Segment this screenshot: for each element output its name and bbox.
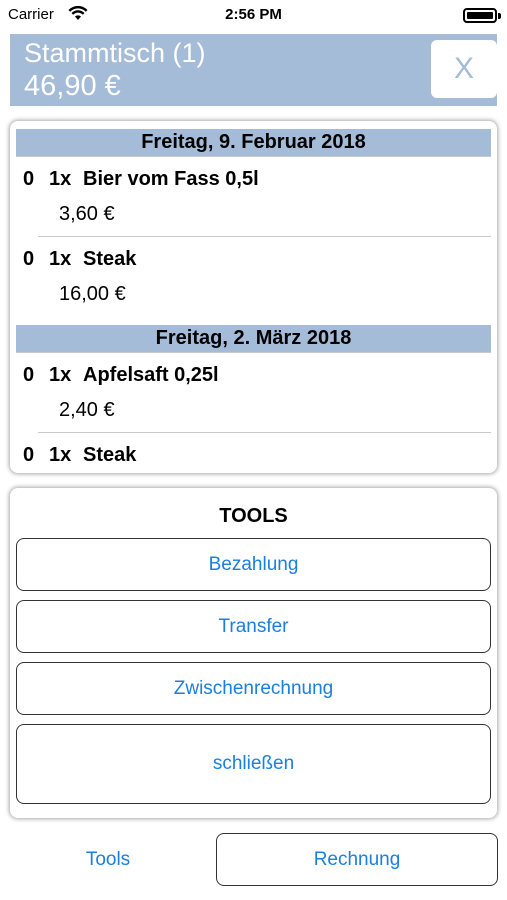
payment-button[interactable]: Bezahlung — [16, 538, 491, 591]
bill-button[interactable]: Rechnung — [216, 833, 498, 886]
interim-bill-button[interactable]: Zwischenrechnung — [16, 662, 491, 715]
order-price: 16,00 € — [59, 283, 126, 305]
order-line: 0 1x Bier vom Fass 0,5l — [23, 168, 259, 191]
app-screen: Carrier 2:56 PM Stammtisch (1) 46,90 € X… — [0, 0, 507, 900]
order-qty: 1x — [49, 248, 72, 270]
battery-tip — [498, 13, 501, 19]
close-table-button[interactable]: schließen — [16, 724, 491, 804]
order-qty: 1x — [49, 168, 72, 190]
date-header: Freitag, 2. März 2018 — [16, 325, 491, 352]
order-name: Steak — [83, 248, 137, 270]
order-status: 0 — [23, 168, 35, 190]
order-line: 0 1x Steak — [23, 248, 136, 271]
order-status: 0 — [23, 364, 35, 386]
order-name: Steak — [83, 444, 137, 466]
tools-panel: TOOLS Bezahlung Transfer Zwischenrechnun… — [10, 488, 497, 818]
order-name: Apfelsaft 0,25l — [83, 364, 219, 386]
order-qty: 1x — [49, 444, 72, 466]
order-price: 2,40 € — [59, 399, 115, 421]
tools-tab-button[interactable]: Tools — [10, 835, 206, 885]
order-status: 0 — [23, 444, 35, 466]
order-item[interactable]: 0 1x Bier vom Fass 0,5l 3,60 € — [10, 157, 497, 237]
date-group: Freitag, 9. Februar 2018 — [10, 121, 497, 156]
order-qty: 1x — [49, 364, 72, 386]
order-price: 3,60 € — [59, 203, 115, 225]
order-item[interactable]: 0 1x Steak 16,00 € — [10, 237, 497, 317]
table-title: Stammtisch (1) — [24, 38, 206, 68]
order-item[interactable]: 0 1x Apfelsaft 0,25l 2,40 € — [10, 353, 497, 433]
tools-title: TOOLS — [219, 505, 288, 527]
orders-panel[interactable]: Freitag, 9. Februar 2018 0 1x Bier vom Fas… — [10, 121, 497, 473]
order-status: 0 — [23, 248, 35, 270]
header: Stammtisch (1) 46,90 € X — [10, 34, 497, 106]
close-button[interactable]: X — [431, 40, 497, 98]
order-name: Bier vom Fass 0,5l — [83, 168, 259, 190]
order-line: 0 1x Apfelsaft 0,25l — [23, 364, 219, 387]
date-group: Freitag, 2. März 2018 — [10, 317, 497, 352]
order-line: 0 1x Steak — [23, 444, 136, 467]
date-header: Freitag, 9. Februar 2018 — [16, 129, 491, 156]
battery-level — [467, 12, 493, 19]
order-item[interactable]: 0 1x Steak — [10, 433, 497, 473]
table-total: 46,90 € — [24, 70, 121, 102]
orders-list: Freitag, 9. Februar 2018 0 1x Bier vom Fas… — [10, 121, 497, 473]
battery-icon — [463, 8, 501, 23]
status-bar: Carrier 2:56 PM — [0, 0, 507, 32]
clock: 2:56 PM — [225, 6, 282, 23]
transfer-button[interactable]: Transfer — [16, 600, 491, 653]
